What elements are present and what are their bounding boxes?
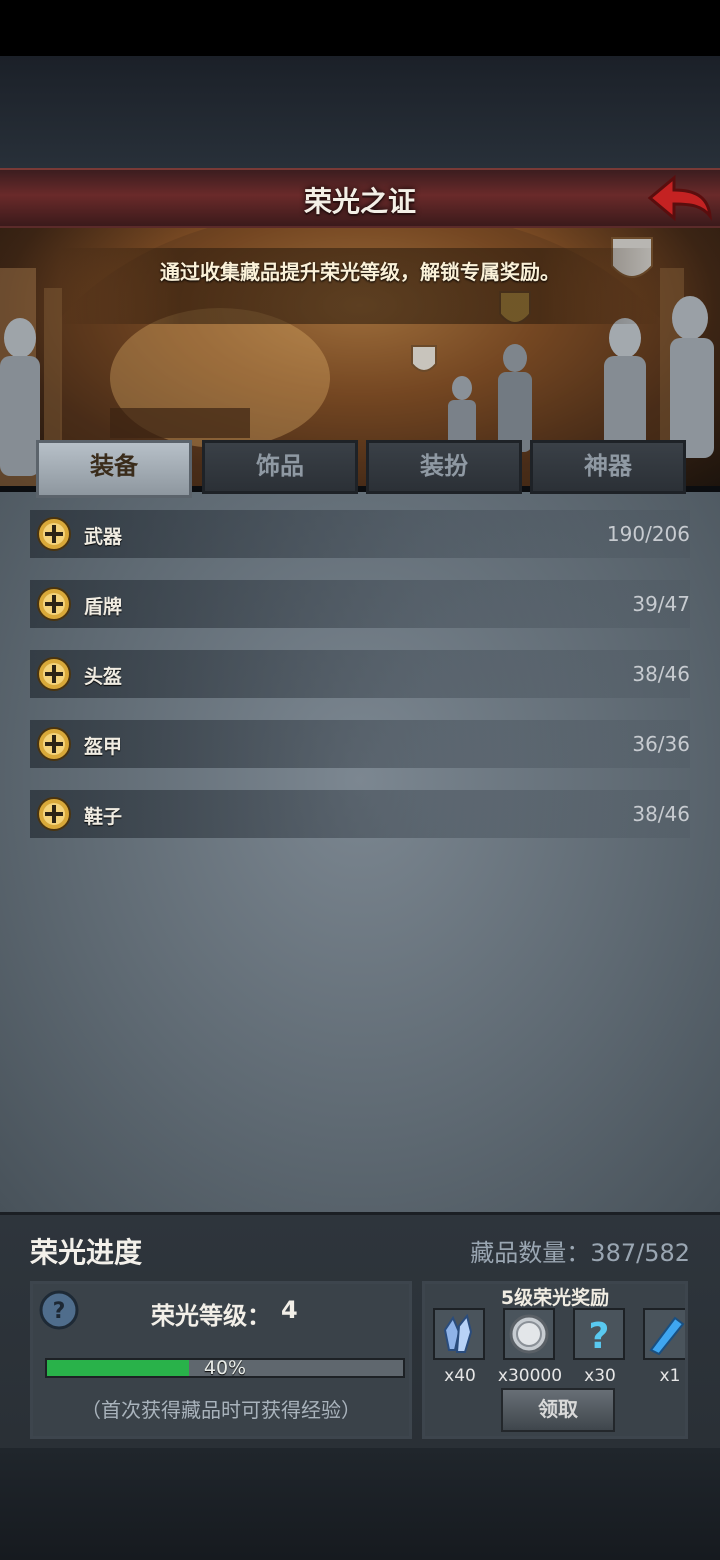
category-row-armor[interactable]: 盔甲 36/36	[30, 720, 690, 768]
collection-count: 藏品数量：387/582	[470, 1239, 690, 1267]
top-backdrop	[0, 56, 720, 168]
reward-item[interactable]	[643, 1308, 685, 1360]
tab-outfits[interactable]: 装扮	[366, 440, 522, 494]
category-row-weapons[interactable]: 武器 190/206	[30, 510, 690, 558]
level-progress-bar: 40%	[45, 1357, 405, 1379]
level-value: 4	[281, 1296, 298, 1324]
exp-hint: （首次获得藏品时可获得经验）	[81, 1398, 361, 1422]
reward-qty: x30	[584, 1366, 616, 1386]
category-label: 鞋子	[84, 806, 123, 828]
tab-artifacts[interactable]: 神器	[530, 440, 686, 494]
category-label: 武器	[84, 526, 123, 548]
category-count: 38/46	[632, 662, 690, 686]
banner-caption: 通过收集藏品提升荣光等级，解锁专属奖励。	[160, 260, 560, 284]
help-question-icon[interactable]: ?	[39, 1290, 79, 1330]
progress-percent: 40%	[203, 1357, 247, 1379]
category-row-boots[interactable]: 鞋子 38/46	[30, 790, 690, 838]
category-row-helmets[interactable]: 头盔 38/46	[30, 650, 690, 698]
expand-plus-icon	[37, 517, 71, 551]
tab-accessories[interactable]: 饰品	[202, 440, 358, 494]
blue-shard-icon	[649, 1316, 685, 1356]
expand-plus-icon	[37, 797, 71, 831]
reward-qty: x40	[444, 1366, 476, 1386]
reward-item[interactable]	[503, 1308, 555, 1360]
expand-plus-icon	[37, 587, 71, 621]
category-count: 39/47	[632, 592, 690, 616]
category-label: 盔甲	[84, 736, 123, 758]
reward-item[interactable]	[433, 1308, 485, 1360]
category-row-shields[interactable]: 盾牌 39/47	[30, 580, 690, 628]
reward-qty: x30000	[497, 1366, 563, 1386]
category-label: 盾牌	[84, 596, 123, 618]
svg-text:?: ?	[589, 1316, 610, 1357]
back-arrow-icon	[647, 174, 713, 222]
reward-panel: 5级荣光奖励 x40 x30000 ? x30 x1 领取	[422, 1281, 688, 1439]
status-bar-area	[0, 0, 720, 56]
svg-text:?: ?	[53, 1299, 66, 1324]
page-title: 荣光之证	[303, 185, 416, 218]
category-count: 38/46	[632, 802, 690, 826]
category-count: 36/36	[632, 732, 690, 756]
category-tabs: 装备 饰品 装扮 神器	[30, 440, 690, 498]
reward-item[interactable]: ?	[573, 1308, 625, 1360]
bottom-backdrop	[0, 1448, 720, 1560]
category-label: 头盔	[84, 666, 123, 688]
tab-equipment[interactable]: 装备	[36, 440, 192, 498]
silver-coin-icon	[509, 1314, 549, 1354]
title-bar: 荣光之证	[0, 168, 720, 228]
reward-qty: x1	[659, 1366, 681, 1386]
glory-progress-section: 荣光进度 藏品数量：387/582 ? 荣光等级： 4 40% （首次获得藏品时…	[0, 1212, 720, 1448]
expand-plus-icon	[37, 727, 71, 761]
expand-plus-icon	[37, 657, 71, 691]
mystery-question-icon: ?	[589, 1316, 610, 1357]
claim-button[interactable]: 领取	[501, 1388, 615, 1432]
reward-title: 5级荣光奖励	[500, 1287, 610, 1309]
crystal-cluster-icon	[443, 1313, 473, 1353]
level-label: 荣光等级：	[151, 1302, 271, 1330]
back-button[interactable]	[644, 172, 714, 224]
section-title: 荣光进度	[30, 1236, 143, 1269]
level-panel: ? 荣光等级： 4 40% （首次获得藏品时可获得经验）	[30, 1281, 412, 1439]
category-count: 190/206	[606, 522, 690, 546]
